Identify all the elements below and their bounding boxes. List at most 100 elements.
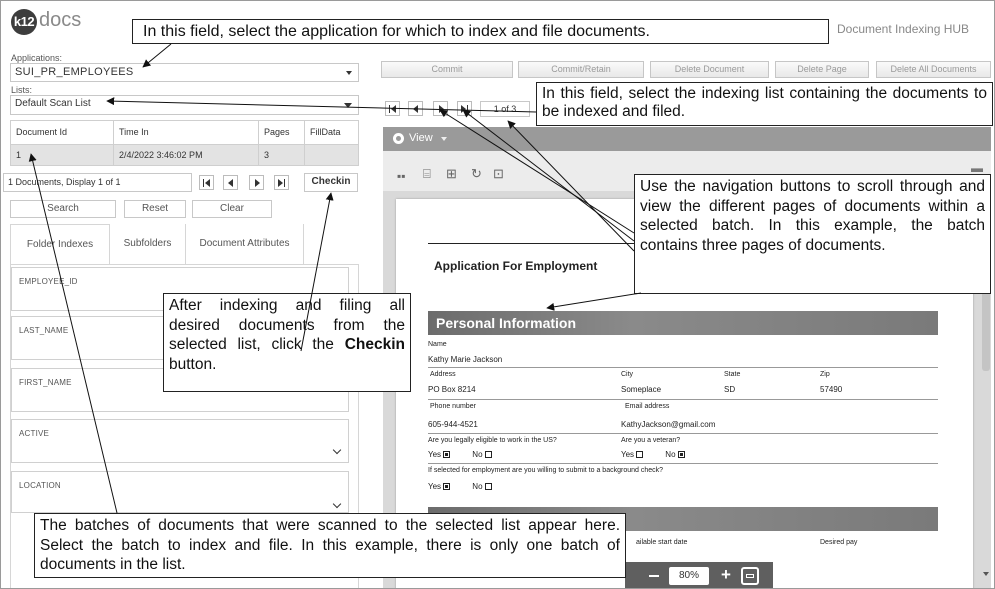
name-label: Name — [428, 341, 447, 348]
lists-select[interactable]: Default Scan List — [10, 95, 359, 115]
chevron-down-icon — [441, 137, 447, 141]
applications-label: Applications: — [11, 53, 63, 63]
cell-filldata — [305, 145, 360, 165]
app-window: k12 docs Document Indexing HUB Applicati… — [0, 0, 995, 589]
checkin-button[interactable]: Checkin — [304, 173, 358, 192]
delete-all-documents-button[interactable]: Delete All Documents — [876, 61, 991, 78]
city-label: City — [621, 371, 634, 378]
zoom-bar: 80% + — [625, 562, 773, 588]
next-page-button[interactable] — [433, 101, 448, 116]
viewer-header: View — [383, 127, 991, 151]
desired-pay-label: Desired pay — [820, 539, 858, 546]
fit-icon[interactable]: ⊞ — [446, 166, 457, 182]
scroll-down-icon[interactable] — [983, 572, 989, 576]
cell-document-id: 1 — [11, 145, 114, 165]
chevron-down-icon — [332, 499, 342, 509]
email-label: Email address — [625, 403, 670, 410]
name-value: Kathy Marie Jackson — [428, 355, 503, 364]
address-value: PO Box 8214 — [428, 385, 476, 394]
employee-id-label: EMPLOYEE_ID — [19, 277, 78, 286]
eligible-answers: Yes No — [428, 450, 492, 459]
section-personal-information: Personal Information — [428, 311, 938, 335]
first-name-label: FIRST_NAME — [19, 378, 72, 387]
phone-value: 605-944-4521 — [428, 420, 478, 429]
next-batch-button[interactable] — [249, 175, 264, 190]
eye-icon — [393, 133, 404, 144]
prev-batch-button[interactable] — [223, 175, 238, 190]
reset-button[interactable]: Reset — [124, 200, 186, 218]
cell-pages: 3 — [259, 145, 305, 165]
last-page-button[interactable] — [457, 101, 472, 116]
tab-subfolders[interactable]: Subfolders — [110, 224, 186, 264]
city-value: Someplace — [621, 385, 662, 394]
state-label: State — [724, 371, 741, 378]
state-value: SD — [724, 385, 736, 394]
thumbnails-icon[interactable]: ▪▪ — [397, 169, 406, 183]
page-icon[interactable]: ⊡ — [493, 166, 504, 182]
callout-checkin: After indexing and filing all desired do… — [163, 293, 411, 392]
location-label: LOCATION — [19, 481, 61, 490]
first-page-button[interactable] — [385, 101, 400, 116]
comment-icon[interactable]: ⌸ — [423, 166, 431, 182]
rotate-icon[interactable]: ↻ — [471, 166, 482, 182]
first-name-input[interactable] — [18, 393, 342, 407]
prev-page-button[interactable] — [408, 101, 423, 116]
background-question: If selected for employment are you willi… — [428, 467, 664, 474]
clear-button[interactable]: Clear — [192, 200, 272, 218]
applications-select[interactable]: SUI_PR_EMPLOYEES — [10, 63, 359, 82]
eligible-question: Are you legally eligible to work in the … — [428, 437, 557, 444]
chevron-down-icon — [344, 103, 352, 108]
column-header: Document Id — [11, 121, 114, 144]
logo-mark: k12 — [11, 9, 37, 35]
batch-table: Document Id Time In Pages FillData 1 2/4… — [10, 120, 359, 166]
first-batch-button[interactable] — [199, 175, 214, 190]
delete-document-button[interactable]: Delete Document — [650, 61, 769, 78]
zip-value: 57490 — [820, 385, 843, 394]
document-title: Application For Employment — [434, 259, 598, 273]
view-menu[interactable]: View — [409, 132, 433, 144]
zoom-in-icon[interactable]: + — [721, 566, 731, 584]
minimize-icon[interactable]: ▬ — [971, 161, 983, 175]
tab-folder-indexes[interactable]: Folder Indexes — [10, 224, 110, 264]
chevron-down-icon — [332, 445, 342, 455]
veteran-answers: Yes No — [621, 450, 685, 459]
zip-label: Zip — [820, 371, 830, 378]
applications-value: SUI_PR_EMPLOYEES — [15, 66, 134, 78]
background-answers: Yes No — [428, 482, 492, 491]
callout-applications: In this field, select the application fo… — [132, 19, 829, 44]
logo-text: docs — [39, 9, 82, 31]
search-button[interactable]: Search — [10, 200, 116, 218]
lists-value: Default Scan List — [15, 98, 91, 109]
commit-retain-button[interactable]: Commit/Retain — [518, 61, 644, 78]
page-indicator: 1 of 3 — [480, 101, 530, 117]
lists-label: Lists: — [11, 85, 33, 95]
callout-lists: In this field, select the indexing list … — [536, 82, 993, 126]
table-header: Document Id Time In Pages FillData — [11, 121, 358, 145]
callout-navigation: Use the navigation buttons to scroll thr… — [634, 174, 991, 294]
column-header: Time In — [114, 121, 259, 144]
callout-batches: The batches of documents that were scann… — [34, 513, 626, 578]
delete-page-button[interactable]: Delete Page — [775, 61, 869, 78]
phone-label: Phone number — [430, 403, 476, 410]
start-date-label: ailable start date — [636, 539, 688, 546]
zoom-out-icon[interactable] — [649, 575, 659, 577]
table-row[interactable]: 1 2/4/2022 3:46:02 PM 3 — [11, 145, 358, 165]
last-name-label: LAST_NAME — [19, 326, 69, 335]
zoom-level[interactable]: 80% — [669, 567, 709, 585]
location-field[interactable]: LOCATION — [11, 471, 349, 513]
cell-time-in: 2/4/2022 3:46:02 PM — [114, 145, 259, 165]
fit-page-icon[interactable] — [741, 567, 759, 585]
address-label: Address — [430, 371, 456, 378]
active-label: ACTIVE — [19, 429, 50, 438]
batch-display-text: 1 Documents, Display 1 of 1 — [3, 173, 192, 192]
veteran-question: Are you a veteran? — [621, 437, 681, 444]
commit-button[interactable]: Commit — [381, 61, 513, 78]
tab-document-attributes[interactable]: Document Attributes — [186, 224, 304, 264]
page-title: Document Indexing HUB — [837, 22, 970, 36]
column-header: FillData — [310, 127, 341, 137]
chevron-down-icon — [346, 70, 352, 75]
active-field[interactable]: ACTIVE — [11, 419, 349, 463]
last-batch-button[interactable] — [274, 175, 289, 190]
batch-display-label: 1 Documents, Display 1 of 1 — [8, 177, 121, 187]
email-value: KathyJackson@gmail.com — [621, 420, 716, 429]
